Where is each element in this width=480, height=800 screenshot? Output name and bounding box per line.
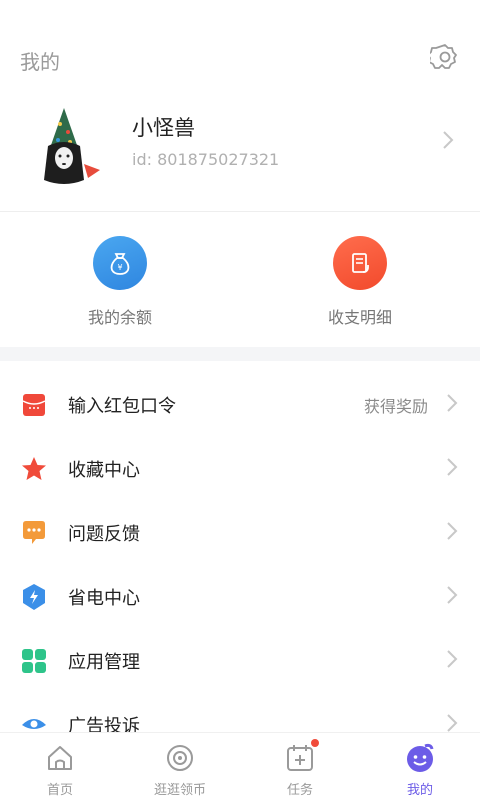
gear-icon[interactable] bbox=[427, 42, 460, 72]
menu-item-power-saving[interactable]: 省电中心 bbox=[0, 565, 480, 629]
chevron-right-icon bbox=[442, 130, 454, 154]
menu-item-favorites[interactable]: 收藏中心 bbox=[0, 437, 480, 501]
wallet-section: ¥ 我的余额 收支明细 bbox=[0, 212, 480, 347]
transactions-label: 收支明细 bbox=[327, 308, 392, 327]
lightning-shield-icon bbox=[20, 583, 48, 611]
tab-mine[interactable]: 我的 bbox=[360, 739, 480, 799]
user-id: id: 801875027321 bbox=[132, 150, 280, 169]
home-icon bbox=[45, 743, 75, 773]
header: 我的 bbox=[0, 0, 480, 100]
menu-item-label: 省电中心 bbox=[68, 588, 140, 609]
chevron-right-icon bbox=[446, 393, 458, 417]
tab-browse-coins[interactable]: 逛逛领币 bbox=[120, 739, 240, 799]
menu-item-label: 收藏中心 bbox=[68, 460, 140, 481]
svg-text:¥: ¥ bbox=[117, 263, 122, 272]
money-bag-icon: ¥ bbox=[93, 236, 147, 290]
apps-grid-icon bbox=[20, 647, 48, 675]
chat-bubble-icon bbox=[20, 519, 48, 547]
bottom-tab-bar: 首页 逛逛领币 任务 我的 bbox=[0, 732, 480, 800]
menu-list: 输入红包口令 获得奖励 收藏中心 问题反馈 省电中心 应用管理 广告投诉 bbox=[0, 373, 480, 757]
profile-card[interactable]: 小怪兽 id: 801875027321 bbox=[0, 92, 480, 210]
transactions-button[interactable]: 收支明细 bbox=[290, 236, 430, 336]
chevron-right-icon bbox=[446, 585, 458, 609]
menu-item-label: 问题反馈 bbox=[68, 524, 140, 545]
star-icon bbox=[20, 455, 48, 483]
tab-label: 我的 bbox=[406, 783, 433, 798]
red-envelope-icon bbox=[20, 391, 48, 419]
page-title: 我的 bbox=[20, 50, 60, 74]
menu-item-app-management[interactable]: 应用管理 bbox=[0, 629, 480, 693]
balance-label: 我的余额 bbox=[87, 308, 152, 327]
tab-tasks[interactable]: 任务 bbox=[240, 739, 360, 799]
menu-item-label: 应用管理 bbox=[68, 652, 140, 673]
eye-coin-icon bbox=[165, 743, 195, 773]
tab-label: 逛逛领币 bbox=[153, 783, 206, 798]
reward-hint: 获得奖励 bbox=[363, 397, 428, 416]
chevron-right-icon bbox=[446, 649, 458, 673]
menu-item-label: 输入红包口令 bbox=[68, 396, 176, 417]
tab-label: 首页 bbox=[46, 783, 73, 798]
tab-home[interactable]: 首页 bbox=[0, 739, 120, 799]
avatar[interactable] bbox=[24, 102, 114, 192]
notification-badge bbox=[311, 739, 319, 747]
chevron-right-icon bbox=[446, 521, 458, 545]
menu-item-red-envelope-code[interactable]: 输入红包口令 获得奖励 bbox=[0, 373, 480, 437]
balance-button[interactable]: ¥ 我的余额 bbox=[50, 236, 190, 336]
section-divider bbox=[0, 347, 480, 361]
username: 小怪兽 bbox=[132, 116, 195, 140]
smiley-icon bbox=[405, 743, 435, 773]
receipt-icon bbox=[333, 236, 387, 290]
tab-label: 任务 bbox=[286, 783, 313, 798]
chevron-right-icon bbox=[446, 457, 458, 481]
menu-item-feedback[interactable]: 问题反馈 bbox=[0, 501, 480, 565]
task-icon bbox=[285, 739, 319, 773]
